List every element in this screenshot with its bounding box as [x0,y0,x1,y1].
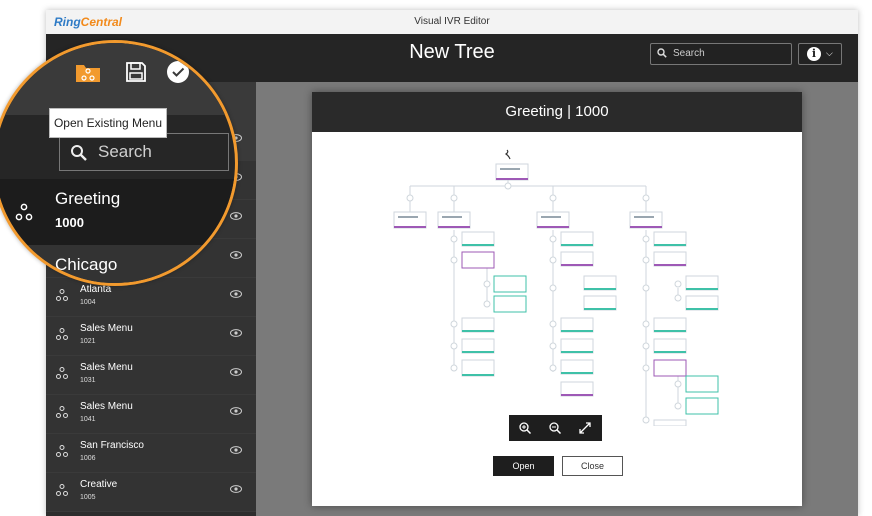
tree-icon [56,367,68,379]
tree-icon [15,203,33,221]
sidebar-item-label: Sales Menu [80,323,133,334]
window-title: Visual IVR Editor [414,16,490,27]
sidebar-item-id: 1005 [80,494,96,501]
header-search-input[interactable]: Search [650,43,792,65]
tree-icon [56,289,68,301]
title-bar: RingCentral Visual IVR Editor [46,10,858,35]
search-placeholder: Search [673,48,705,59]
checkmark-icon[interactable] [166,60,190,84]
close-button[interactable]: Close [562,456,623,476]
sidebar-item-greeting-magnified[interactable]: Greeting 1000 [0,179,235,245]
sidebar-item-sales-menu-1041[interactable]: Sales Menu 1041 [46,395,256,434]
save-icon[interactable] [124,60,148,84]
sidebar-item-id: 1021 [80,338,96,345]
sidebar-item-label: Creative [80,479,118,490]
eye-icon[interactable] [230,329,242,337]
sidebar-item-id: 1031 [80,377,96,384]
sidebar-item-label: Chicago [55,255,118,274]
magnified-toolbar [0,43,235,115]
search-icon [71,145,87,161]
sidebar-item-label: Sales Menu [80,362,133,373]
eye-icon[interactable] [230,290,242,298]
tree-icon [56,406,68,418]
search-icon [657,48,667,58]
open-existing-menu-tooltip: Open Existing Menu [49,108,167,138]
sidebar-item-sales-menu-1021[interactable]: Sales Menu 1021 [46,317,256,356]
info-menu-button[interactable]: i ⌵ [798,43,842,65]
sidebar-item-id: 1000 [55,215,84,230]
sidebar-item-id: 1006 [80,455,96,462]
eye-icon[interactable] [230,446,242,454]
sidebar-item-id: 1004 [80,299,96,306]
tree-icon [56,445,68,457]
zoom-out-icon[interactable] [547,420,563,436]
eye-icon[interactable] [230,485,242,493]
chevron-down-icon: ⌵ [826,48,833,58]
sidebar-item-id: 1041 [80,416,96,423]
sidebar-search-input[interactable]: Search [59,133,229,171]
open-button[interactable]: Open [493,456,554,476]
sidebar-item-atlanta[interactable]: Atlanta 1004 [46,278,256,317]
open-menu-folder-icon[interactable] [75,59,101,85]
tree-preview-dialog: Greeting | 1000 Open Close [312,92,802,506]
main-canvas: Greeting | 1000 Open Close [256,82,858,516]
sidebar-item-label: Greeting [55,189,121,208]
sidebar-item-label: Sales Menu [80,401,133,412]
sidebar-item-label: San Francisco [80,440,144,451]
sidebar-item-creative[interactable]: Creative 1005 [46,473,256,512]
sidebar-item-sales-menu-1031[interactable]: Sales Menu 1031 [46,356,256,395]
zoom-in-icon[interactable] [517,420,533,436]
magnifier-callout: Search Greeting 1000 Chicago [0,40,238,286]
tree-icon [56,484,68,496]
fullscreen-icon[interactable] [577,420,593,436]
search-placeholder: Search [98,142,152,161]
sidebar-item-san-francisco[interactable]: San Francisco 1006 [46,434,256,473]
eye-icon[interactable] [230,368,242,376]
eye-icon[interactable] [230,407,242,415]
ivr-tree-preview [393,149,719,426]
zoom-toolbar [509,415,602,441]
dialog-title: Greeting | 1000 [312,92,802,132]
tree-icon [56,328,68,340]
info-icon: i [807,47,821,61]
sidebar-item-chicago-magnified[interactable]: Chicago [0,245,235,283]
